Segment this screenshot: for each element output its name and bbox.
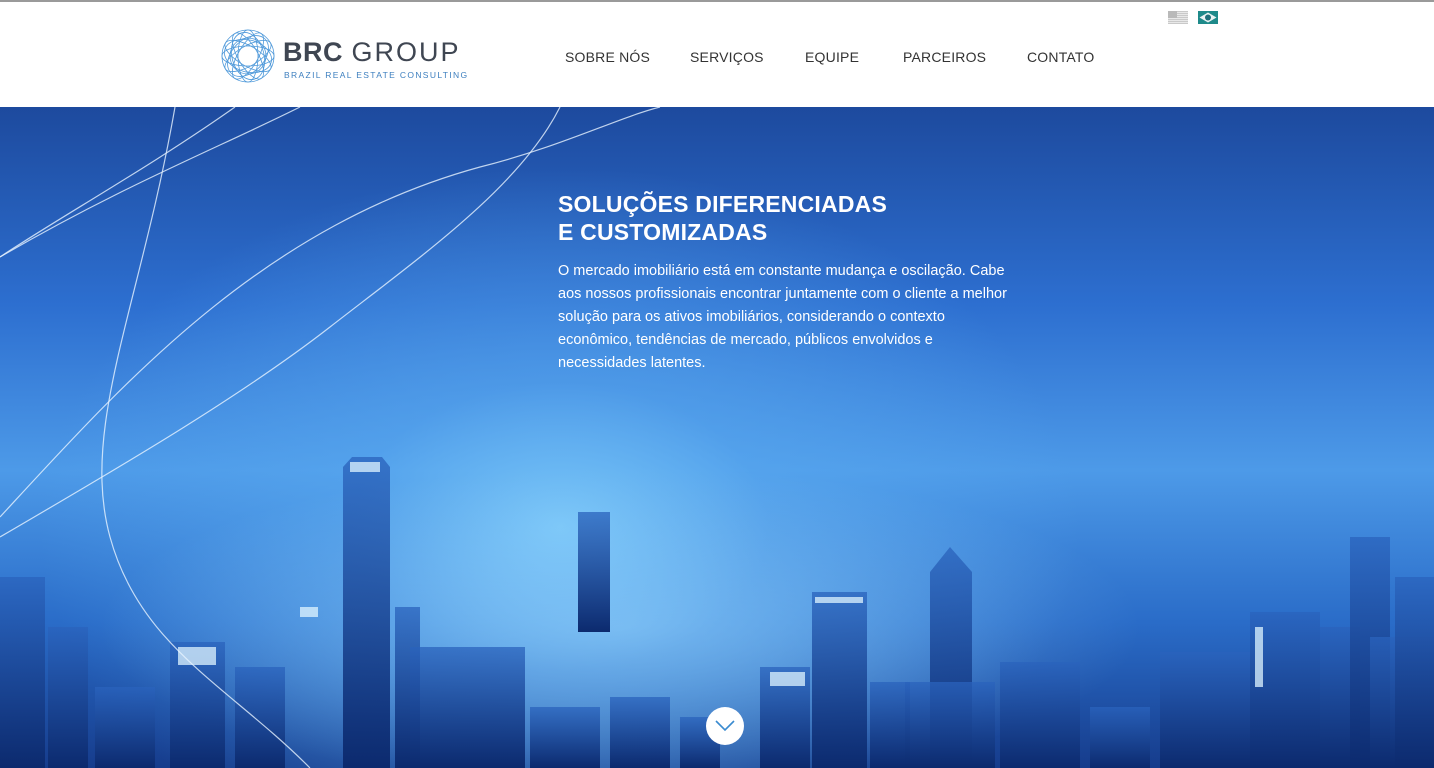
nav-item-equipe[interactable]: EQUIPE [805, 49, 859, 65]
brand-tagline: BRAZIL REAL ESTATE CONSULTING [284, 70, 469, 80]
scroll-down-button[interactable] [706, 707, 744, 745]
brand-logo-link[interactable]: BRC GROUP BRAZIL REAL ESTATE CONSULTING [220, 28, 467, 84]
nav-item-parceiros[interactable]: PARCEIROS [903, 49, 986, 65]
brand-name-bold: BRC [283, 37, 343, 67]
hero-title-line-1: SOLUÇÕES DIFERENCIADAS [558, 191, 887, 217]
brazil-flag-icon[interactable] [1198, 11, 1218, 24]
site-header: BRC GROUP BRAZIL REAL ESTATE CONSULTING … [0, 2, 1434, 107]
brand-name-thin: GROUP [351, 37, 461, 67]
nav-item-servicos[interactable]: SERVIÇOS [690, 49, 764, 65]
spirograph-globe-icon [221, 29, 275, 83]
nav-item-sobre-nos[interactable]: SOBRE NÓS [565, 49, 650, 65]
us-flag-icon[interactable] [1168, 11, 1188, 24]
chevron-down-icon [715, 720, 735, 732]
nav-item-contato[interactable]: CONTATO [1027, 49, 1095, 65]
hero-title: SOLUÇÕES DIFERENCIADAS E CUSTOMIZADAS [558, 190, 978, 246]
brand-name: BRC GROUP [283, 38, 461, 66]
hero-section: SOLUÇÕES DIFERENCIADAS E CUSTOMIZADAS O … [0, 107, 1434, 768]
hero-title-line-2: E CUSTOMIZADAS [558, 219, 768, 245]
hero-description: O mercado imobiliário está em constante … [558, 263, 1007, 371]
